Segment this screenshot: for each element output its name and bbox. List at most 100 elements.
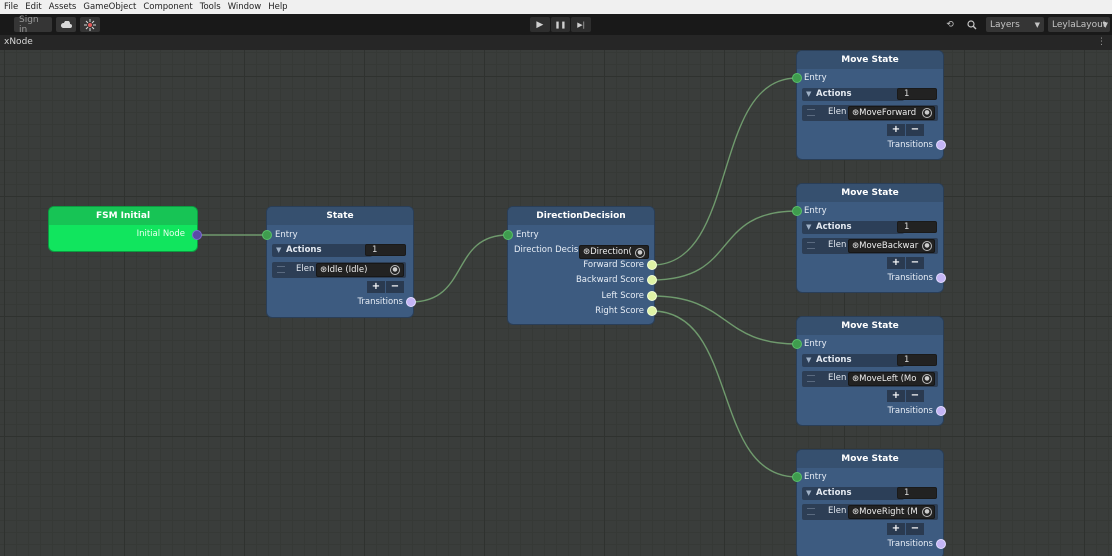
actions-foldout[interactable]: ▼ Actions [272, 244, 372, 257]
transitions-port[interactable] [406, 297, 416, 307]
window-tab: xNode ⋮ [0, 35, 1112, 50]
entry-port[interactable] [262, 230, 272, 240]
transitions-port[interactable] [936, 406, 946, 416]
move-state-node-forward[interactable]: Move State Entry ▼ Actions 1 Elen ⊛MoveF… [792, 51, 946, 159]
collab-icon[interactable] [80, 17, 100, 32]
entry-label: Entry [804, 472, 827, 482]
actions-count-field[interactable]: 1 [897, 354, 937, 366]
transitions-port[interactable] [936, 273, 946, 283]
remove-element-button[interactable]: − [906, 390, 924, 402]
actions-foldout[interactable]: ▼ Actions [802, 221, 904, 234]
main-toolbar: Sign in ▶ ❚❚ ▶| ⟲ Layers ▼ LeylaLayout ▼ [0, 14, 1112, 35]
actions-label: Actions [816, 355, 852, 365]
pause-button[interactable]: ❚❚ [550, 17, 571, 32]
play-button[interactable]: ▶ [530, 17, 550, 32]
menu-window[interactable]: Window [228, 0, 262, 14]
actions-foldout[interactable]: ▼ Actions [802, 88, 904, 101]
transitions-label: Transitions [887, 273, 933, 283]
action-element-row: Elen ⊛Idle (Idle) ● [272, 262, 406, 278]
sign-in-button[interactable]: Sign in [14, 15, 52, 35]
menu-file[interactable]: File [4, 0, 18, 14]
state-node[interactable]: State Entry ▼ Actions 1 Elen ⊛Idle (Idle… [262, 207, 416, 317]
entry-label: Entry [804, 206, 827, 216]
chevron-down-icon: ▼ [1034, 20, 1040, 29]
action-element-row: Elen ⊛MoveForward ● [802, 105, 938, 121]
transitions-port[interactable] [936, 140, 946, 150]
window-menu-icon[interactable]: ⋮ [1097, 35, 1106, 50]
move-state-node-right[interactable]: Move State Entry ▼ Actions 1 Elen ⊛MoveR… [792, 450, 946, 556]
actions-count-field[interactable]: 1 [365, 244, 406, 256]
transitions-port[interactable] [936, 539, 946, 549]
left-score-port[interactable] [647, 291, 657, 301]
remove-element-button[interactable]: − [906, 124, 924, 136]
actions-foldout[interactable]: ▼ Actions [802, 487, 904, 500]
menu-assets[interactable]: Assets [49, 0, 77, 14]
menu-gameobject[interactable]: GameObject [83, 0, 136, 14]
object-picker-icon[interactable]: ● [922, 374, 932, 384]
menu-component[interactable]: Component [143, 0, 192, 14]
step-button[interactable]: ▶| [571, 17, 592, 32]
fsm-initial-node[interactable]: FSM Initial Initial Node [49, 207, 202, 251]
menu-edit[interactable]: Edit [25, 0, 41, 14]
actions-count-field[interactable]: 1 [897, 88, 937, 100]
entry-port[interactable] [792, 73, 802, 83]
triangle-down-icon: ▼ [806, 90, 812, 98]
add-element-button[interactable]: + [367, 281, 385, 293]
direction-decision-node[interactable]: DirectionDecision Entry Direction Decis … [503, 207, 657, 324]
add-element-button[interactable]: + [887, 523, 905, 535]
entry-port[interactable] [792, 472, 802, 482]
right-score-port[interactable] [647, 306, 657, 316]
triangle-down-icon: ▼ [806, 489, 812, 497]
element-label: Elen [828, 373, 847, 383]
layers-dropdown[interactable]: Layers ▼ [986, 17, 1044, 32]
drag-handle-icon[interactable] [807, 508, 815, 515]
forward-score-label: Forward Score [583, 260, 644, 270]
backward-score-port[interactable] [647, 275, 657, 285]
forward-score-port[interactable] [647, 260, 657, 270]
window-title[interactable]: xNode [4, 37, 33, 47]
object-picker-icon[interactable]: ● [922, 507, 932, 517]
entry-port[interactable] [792, 339, 802, 349]
search-icon[interactable] [964, 17, 980, 32]
cloud-icon[interactable] [56, 17, 76, 32]
right-score-label: Right Score [595, 306, 644, 316]
element-label: Elen [296, 264, 315, 274]
entry-label: Entry [804, 73, 827, 83]
unity-editor: File Edit Assets GameObject Component To… [0, 0, 1112, 556]
element-label: Elen [828, 240, 847, 250]
entry-port[interactable] [503, 230, 513, 240]
remove-element-button[interactable]: − [906, 523, 924, 535]
history-icon[interactable]: ⟲ [942, 17, 958, 32]
entry-port[interactable] [792, 206, 802, 216]
actions-count-field[interactable]: 1 [897, 221, 937, 233]
layout-dropdown[interactable]: LeylaLayout ▼ [1048, 17, 1110, 32]
drag-handle-icon[interactable] [277, 266, 285, 273]
triangle-down-icon: ▼ [806, 223, 812, 231]
object-picker-icon[interactable]: ● [922, 108, 932, 118]
add-element-button[interactable]: + [887, 257, 905, 269]
actions-foldout[interactable]: ▼ Actions [802, 354, 904, 367]
list-add-remove: + − [367, 281, 404, 293]
object-picker-icon[interactable]: ● [635, 248, 645, 258]
actions-label: Actions [816, 222, 852, 232]
initial-node-output-port[interactable] [192, 230, 202, 240]
move-state-node-backward[interactable]: Move State Entry ▼ Actions 1 Elen ⊛MoveB… [792, 184, 946, 292]
actions-label: Actions [286, 245, 322, 255]
add-element-button[interactable]: + [887, 390, 905, 402]
menu-help[interactable]: Help [268, 0, 287, 14]
playmode-controls: ▶ ❚❚ ▶| [530, 17, 592, 32]
remove-element-button[interactable]: − [906, 257, 924, 269]
menu-tools[interactable]: Tools [200, 0, 221, 14]
object-picker-icon[interactable]: ● [390, 265, 400, 275]
object-picker-icon[interactable]: ● [922, 241, 932, 251]
drag-handle-icon[interactable] [807, 375, 815, 382]
move-state-node-left[interactable]: Move State Entry ▼ Actions 1 Elen ⊛MoveL… [792, 317, 946, 425]
actions-count-field[interactable]: 1 [897, 487, 937, 499]
action-element-row: Elen ⊛MoveRight (M ● [802, 504, 938, 520]
list-add-remove: + − [887, 124, 924, 136]
remove-element-button[interactable]: − [386, 281, 404, 293]
drag-handle-icon[interactable] [807, 109, 815, 116]
layers-label: Layers [990, 19, 1020, 30]
add-element-button[interactable]: + [887, 124, 905, 136]
drag-handle-icon[interactable] [807, 242, 815, 249]
